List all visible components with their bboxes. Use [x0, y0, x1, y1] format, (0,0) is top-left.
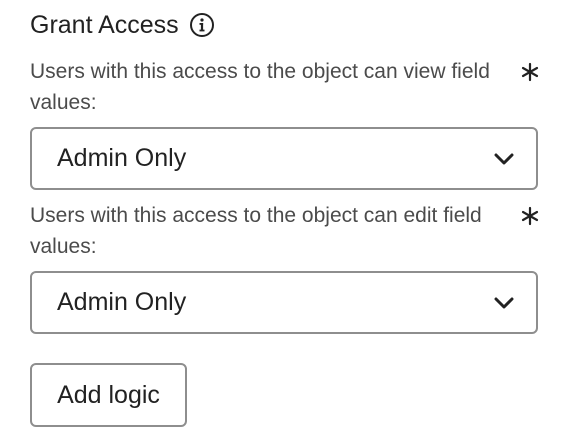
edit-access-select[interactable]: Admin Only: [30, 271, 538, 334]
view-field-label-row: Users with this access to the object can…: [30, 56, 542, 118]
section-title: Grant Access: [30, 11, 179, 39]
view-access-select[interactable]: Admin Only: [30, 127, 538, 190]
edit-access-selected-value: Admin Only: [57, 288, 187, 316]
chevron-down-icon: [494, 152, 514, 166]
info-icon[interactable]: [189, 12, 215, 38]
asterisk-icon: [520, 206, 540, 226]
chevron-down-icon: [494, 296, 514, 310]
edit-field-label: Users with this access to the object can…: [30, 204, 482, 258]
view-field-label: Users with this access to the object can…: [30, 60, 490, 114]
view-access-selected-value: Admin Only: [57, 144, 187, 172]
grant-access-panel: Grant Access Users with this access to t…: [0, 0, 562, 448]
add-logic-button[interactable]: Add logic: [30, 363, 187, 427]
asterisk-icon: [520, 62, 540, 82]
edit-field-label-row: Users with this access to the object can…: [30, 200, 542, 262]
section-header: Grant Access: [30, 8, 215, 42]
